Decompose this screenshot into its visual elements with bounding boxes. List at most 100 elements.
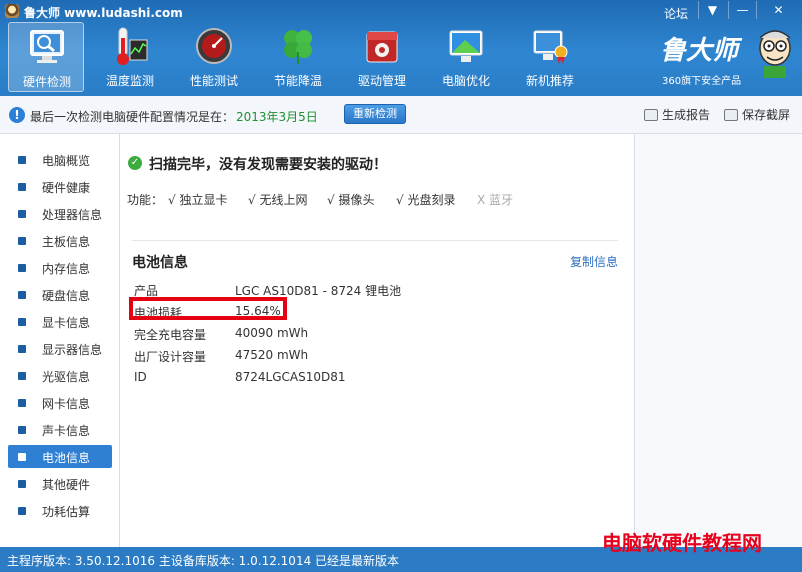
sidebar-item-network[interactable]: 网卡信息 bbox=[8, 391, 112, 414]
brand-block: 鲁大师 360旗下安全产品 bbox=[660, 30, 800, 90]
sidebar-item-label: 功耗估算 bbox=[42, 505, 91, 519]
printer-icon bbox=[644, 109, 658, 121]
sidebar-item-label: 光驱信息 bbox=[42, 370, 91, 384]
toolbar-label: 性能测试 bbox=[189, 74, 238, 88]
bullet-icon bbox=[18, 399, 26, 407]
toolbar-energy-saving[interactable]: 节能降温 bbox=[260, 22, 336, 92]
bullet-icon bbox=[18, 291, 26, 299]
clover-icon bbox=[284, 30, 312, 64]
bullet-icon bbox=[18, 237, 26, 245]
generate-report-label: 生成报告 bbox=[662, 108, 711, 122]
bullet-icon bbox=[18, 453, 26, 461]
sidebar-item-cpu[interactable]: 处理器信息 bbox=[8, 202, 112, 225]
sidebar-item-label: 主板信息 bbox=[42, 235, 91, 249]
sidebar-item-other[interactable]: 其他硬件 bbox=[8, 472, 112, 495]
sidebar-item-gpu[interactable]: 显卡信息 bbox=[8, 310, 112, 333]
window-title: 鲁大师 www.ludashi.com bbox=[24, 6, 183, 20]
feature-bluetooth: X 蓝牙 bbox=[477, 193, 514, 207]
title-bar: 鲁大师 www.ludashi.com 论坛 ▼ — ✕ bbox=[0, 0, 802, 22]
speed-gauge-icon bbox=[196, 28, 232, 64]
minimize-button[interactable]: — bbox=[728, 1, 756, 19]
sidebar-item-label: 显卡信息 bbox=[42, 316, 91, 330]
generate-report-button[interactable]: 生成报告 bbox=[644, 106, 710, 123]
watermark-text: 电脑软硬件教程网 bbox=[602, 531, 762, 555]
sidebar-item-label: 电脑概览 bbox=[42, 154, 91, 168]
sidebar-item-label: 其他硬件 bbox=[42, 478, 91, 492]
bullet-icon bbox=[18, 210, 26, 218]
bullet-icon bbox=[18, 156, 26, 164]
menu-dropdown-button[interactable]: ▼ bbox=[698, 1, 726, 19]
sidebar-item-label: 电池信息 bbox=[42, 451, 91, 465]
sidebar-item-label: 内存信息 bbox=[42, 262, 91, 276]
bullet-icon bbox=[18, 507, 26, 515]
bullet-icon bbox=[18, 426, 26, 434]
bullet-icon bbox=[18, 183, 26, 191]
bullet-icon bbox=[18, 264, 26, 272]
battery-row-value: 8724LGCAS10D81 bbox=[235, 370, 346, 384]
toolbar-performance[interactable]: 性能测试 bbox=[176, 22, 252, 92]
hardware-sidebar: 电脑概览 硬件健康 处理器信息 主板信息 内存信息 硬盘信息 显卡信息 显示器信… bbox=[0, 134, 120, 547]
main-content: ✓ 扫描完毕，没有发现需要安装的驱动！ 功能： √ 独立显卡 √ 无线上网 √ … bbox=[120, 134, 634, 547]
toolbar-driver-management[interactable]: 驱动管理 bbox=[344, 22, 420, 92]
camera-icon bbox=[724, 109, 738, 121]
toolbar-hardware-check[interactable]: 硬件检测 bbox=[8, 22, 84, 92]
sidebar-item-battery[interactable]: 电池信息 bbox=[8, 445, 112, 468]
mascot-icon bbox=[759, 30, 791, 78]
toolbar-new-pc-recommend[interactable]: 新机推荐 bbox=[512, 22, 588, 92]
sidebar-item-label: 显示器信息 bbox=[42, 343, 103, 357]
sidebar-item-motherboard[interactable]: 主板信息 bbox=[8, 229, 112, 252]
sidebar-item-label: 硬件健康 bbox=[42, 181, 91, 195]
sidebar-item-sound[interactable]: 声卡信息 bbox=[8, 418, 112, 441]
features-label: 功能： bbox=[127, 193, 164, 207]
version-status-text: 主程序版本: 3.50.12.1016 主设备库版本: 1.0.12.1014 … bbox=[7, 554, 400, 568]
battery-row-value: 47520 mWh bbox=[235, 348, 309, 362]
bullet-icon bbox=[18, 345, 26, 353]
thermometer-icon bbox=[117, 27, 148, 65]
recheck-button[interactable]: 重新检测 bbox=[344, 104, 406, 124]
battery-row-label: 出厂设计容量 bbox=[134, 350, 207, 364]
last-check-text: 最后一次检测电脑硬件配置情况是在： bbox=[30, 110, 235, 124]
save-screenshot-button[interactable]: 保存截屏 bbox=[724, 106, 790, 123]
bullet-icon bbox=[18, 480, 26, 488]
toolbar-label: 节能降温 bbox=[273, 74, 322, 88]
toolbar-temperature[interactable]: 温度监测 bbox=[92, 22, 168, 92]
copy-info-link[interactable]: 复制信息 bbox=[570, 253, 618, 270]
sidebar-item-power[interactable]: 功耗估算 bbox=[8, 499, 112, 522]
gear-box-icon bbox=[366, 31, 398, 63]
monitor-search-icon bbox=[30, 30, 64, 63]
info-icon: ! bbox=[9, 107, 25, 123]
feature-wireless: √ 无线上网 bbox=[248, 193, 308, 207]
sidebar-item-overview[interactable]: 电脑概览 bbox=[8, 148, 112, 171]
battery-row-value: 40090 mWh bbox=[235, 326, 309, 340]
forum-link[interactable]: 论坛 bbox=[664, 5, 688, 22]
brand-name: 鲁大师 bbox=[660, 36, 739, 66]
award-pc-icon bbox=[533, 30, 568, 64]
last-check-date: 2013年3月5日 bbox=[236, 110, 318, 124]
scan-result-message: 扫描完毕，没有发现需要安装的驱动！ bbox=[149, 157, 387, 173]
close-button[interactable]: ✕ bbox=[756, 1, 800, 19]
feature-disc-burner: √ 光盘刻录 bbox=[396, 193, 456, 207]
battery-row-label: ID bbox=[134, 370, 147, 384]
save-screenshot-label: 保存截屏 bbox=[742, 108, 791, 122]
sidebar-item-label: 网卡信息 bbox=[42, 397, 91, 411]
sidebar-item-optical[interactable]: 光驱信息 bbox=[8, 364, 112, 387]
toolbar-label: 驱动管理 bbox=[357, 74, 406, 88]
feature-webcam: √ 摄像头 bbox=[327, 193, 375, 207]
sidebar-item-label: 声卡信息 bbox=[42, 424, 91, 438]
last-check-infobar: ! 最后一次检测电脑硬件配置情况是在： 2013年3月5日 重新检测 生成报告 … bbox=[0, 96, 802, 134]
sidebar-item-display[interactable]: 显示器信息 bbox=[8, 337, 112, 360]
sidebar-item-disk[interactable]: 硬盘信息 bbox=[8, 283, 112, 306]
main-toolbar: 硬件检测 温度监测 性能测试 节能降温 驱动管理 电脑优化 新机推荐 bbox=[8, 22, 608, 94]
app-header: 鲁大师 www.ludashi.com 论坛 ▼ — ✕ 硬件检测 温度监测 性… bbox=[0, 0, 802, 96]
ludashi-logo-icon bbox=[5, 4, 19, 18]
toolbar-pc-optimize[interactable]: 电脑优化 bbox=[428, 22, 504, 92]
bullet-icon bbox=[18, 318, 26, 326]
toolbar-label: 新机推荐 bbox=[525, 74, 574, 88]
battery-wear-highlight-box bbox=[129, 297, 287, 320]
feature-discrete-gpu: √ 独立显卡 bbox=[168, 193, 228, 207]
sidebar-item-label: 硬盘信息 bbox=[42, 289, 91, 303]
sidebar-item-memory[interactable]: 内存信息 bbox=[8, 256, 112, 279]
check-circle-icon: ✓ bbox=[128, 156, 142, 170]
battery-section-title: 电池信息 bbox=[132, 255, 188, 271]
sidebar-item-health[interactable]: 硬件健康 bbox=[8, 175, 112, 198]
